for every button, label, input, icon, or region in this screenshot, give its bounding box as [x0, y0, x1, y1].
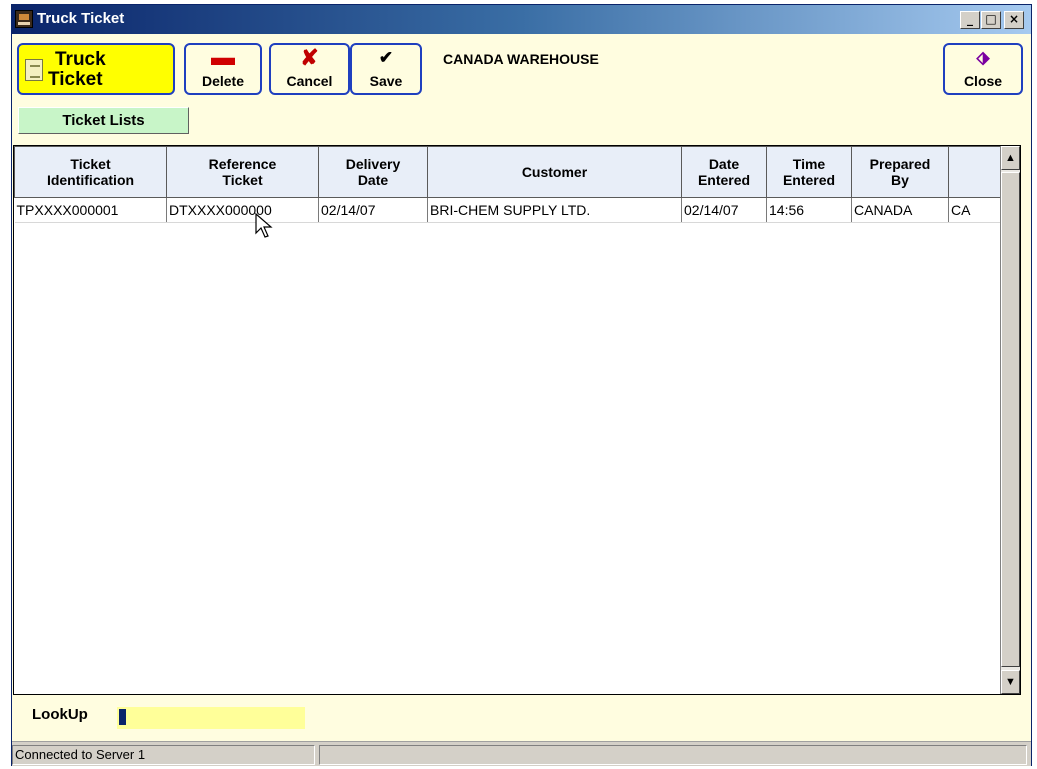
- header-line: Customer: [521, 164, 588, 180]
- lookup-label: LookUp: [32, 706, 88, 723]
- scrollbar-thumb[interactable]: [1001, 172, 1020, 667]
- x-icon: ✘: [300, 45, 319, 70]
- maximize-button[interactable]: □: [981, 11, 1001, 29]
- document-icon: [25, 59, 43, 81]
- cell-delivery-date: 02/14/07: [318, 197, 428, 223]
- mouse-pointer-icon: [255, 213, 273, 238]
- column-header-ticket-identification[interactable]: Ticket Identification: [14, 146, 167, 198]
- close-window-button[interactable]: ×: [1004, 11, 1024, 29]
- ticket-table: Ticket Identification Reference Ticket Del…: [14, 146, 1002, 223]
- app-icon: [15, 10, 33, 28]
- exit-door-icon: ⬗: [976, 48, 990, 67]
- scroll-down-arrow-icon[interactable]: ▼: [1001, 670, 1020, 694]
- close-button[interactable]: ⬗ Close: [943, 43, 1023, 95]
- save-label: Save: [369, 73, 403, 89]
- ticket-lists-tab[interactable]: Ticket Lists: [18, 107, 189, 134]
- minimize-button[interactable]: _: [960, 11, 980, 29]
- cell-extra: CA: [948, 197, 1002, 223]
- cell-ticket-identification: TPXXXX000001: [14, 197, 167, 223]
- truck-ticket-window: Truck Ticket _ □ × Truck Ticket ▬ Delete…: [11, 4, 1032, 766]
- lookup-input[interactable]: [117, 707, 305, 729]
- cell-customer: BRI-CHEM SUPPLY LTD.: [427, 197, 682, 223]
- column-header-date-entered[interactable]: Date Entered: [681, 146, 767, 198]
- delete-button[interactable]: ▬ Delete: [184, 43, 262, 95]
- header-line: Date: [357, 172, 389, 188]
- cell-time-entered: 14:56: [766, 197, 852, 223]
- warehouse-name: CANADA WAREHOUSE: [443, 51, 599, 67]
- truck-ticket-label-line1: Truck: [55, 49, 106, 70]
- cell-date-entered: 02/14/07: [681, 197, 767, 223]
- header-line: Time: [792, 156, 826, 172]
- close-label: Close: [963, 73, 1003, 89]
- header-line: By: [891, 172, 909, 188]
- column-header-extra[interactable]: [948, 146, 1002, 198]
- status-message: Connected to Server 1: [12, 745, 315, 765]
- column-header-prepared-by[interactable]: Prepared By: [851, 146, 949, 198]
- header-line: Ticket: [70, 156, 111, 172]
- header-line: Entered: [782, 172, 836, 188]
- header-line: Prepared: [869, 156, 931, 172]
- status-pane-secondary: [319, 745, 1027, 765]
- header-line: Delivery: [345, 156, 401, 172]
- column-header-reference-ticket[interactable]: Reference Ticket: [166, 146, 319, 198]
- header-line: Identification: [46, 172, 135, 188]
- text-caret: [119, 709, 126, 725]
- truck-ticket-button[interactable]: Truck Ticket: [17, 43, 175, 95]
- truck-ticket-label-line2: Ticket: [48, 69, 103, 90]
- header-line: Entered: [697, 172, 751, 188]
- delete-label: Delete: [201, 73, 245, 89]
- cell-prepared-by: CANADA: [851, 197, 949, 223]
- column-header-time-entered[interactable]: Time Entered: [766, 146, 852, 198]
- checkmark-icon: ✔: [378, 48, 394, 67]
- save-button[interactable]: ✔ Save: [350, 43, 422, 95]
- cancel-label: Cancel: [286, 73, 333, 89]
- status-bar: Connected to Server 1: [12, 741, 1031, 766]
- vertical-scrollbar[interactable]: ▲ ▼: [1000, 146, 1020, 694]
- table-row[interactable]: TPXXXX000001 DTXXXX000000 02/14/07 BRI-C…: [14, 197, 1002, 223]
- column-header-delivery-date[interactable]: Delivery Date: [318, 146, 428, 198]
- header-line: Ticket: [222, 172, 263, 188]
- cell-reference-ticket: DTXXXX000000: [166, 197, 319, 223]
- header-line: Reference: [208, 156, 277, 172]
- column-header-customer[interactable]: Customer: [427, 146, 682, 198]
- scroll-up-arrow-icon[interactable]: ▲: [1001, 146, 1020, 170]
- title-bar[interactable]: Truck Ticket _ □ ×: [12, 5, 1031, 34]
- header-line: Date: [708, 156, 740, 172]
- cancel-button[interactable]: ✘ Cancel: [269, 43, 350, 95]
- ticket-grid[interactable]: Ticket Identification Reference Ticket Del…: [13, 145, 1021, 695]
- minus-icon: ▬: [211, 44, 235, 71]
- window-title: Truck Ticket: [37, 10, 125, 27]
